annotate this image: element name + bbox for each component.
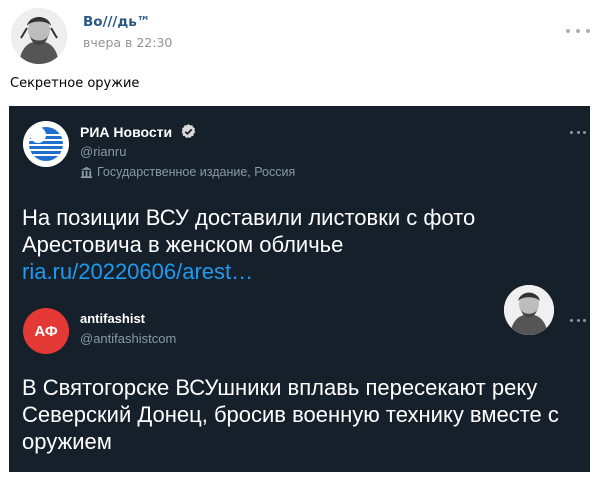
tweet1-text: На позиции ВСУ доставили листовки с фото… — [22, 204, 542, 285]
antifashist-avatar: АФ — [23, 308, 69, 354]
antifashist-avatar-text: АФ — [34, 322, 58, 340]
author-avatar-portrait — [11, 8, 67, 64]
quoted-user-avatar — [504, 285, 554, 335]
tweet2-name: antifashist — [80, 311, 146, 326]
attached-image[interactable]: РИА Новости @rianru Государственное изда… — [9, 106, 590, 472]
tweet1-link[interactable]: ria.ru/20220606/arest… — [22, 259, 253, 284]
tweet1-name-text: РИА Новости — [80, 124, 173, 140]
tweet1-more-icon[interactable] — [570, 129, 586, 135]
tweet2-handle: @antifashistcom — [80, 331, 177, 346]
verified-badge-icon — [181, 124, 196, 139]
post-text: Секретное оружие — [10, 76, 140, 91]
author-name[interactable]: Во///дь™ — [83, 14, 150, 30]
government-building-icon — [80, 166, 93, 178]
ria-logo-icon — [23, 121, 69, 167]
author-avatar[interactable] — [11, 8, 67, 64]
tweet1-body: На позиции ВСУ доставили листовки с фото… — [22, 205, 476, 257]
post-time[interactable]: вчера в 22:30 — [83, 35, 172, 50]
tweet1-handle: @rianru — [80, 144, 127, 159]
tweet2-more-icon[interactable] — [570, 317, 586, 323]
tweet2-text: В Святогорске ВСУшники вплавь пересекают… — [22, 375, 559, 454]
tweet1-name: РИА Новости — [80, 123, 197, 140]
tweet1-state-label: Государственное издание, Россия — [80, 165, 295, 179]
post-more-icon[interactable] — [566, 26, 590, 36]
tweet1-state-label-text: Государственное издание, Россия — [97, 165, 296, 179]
